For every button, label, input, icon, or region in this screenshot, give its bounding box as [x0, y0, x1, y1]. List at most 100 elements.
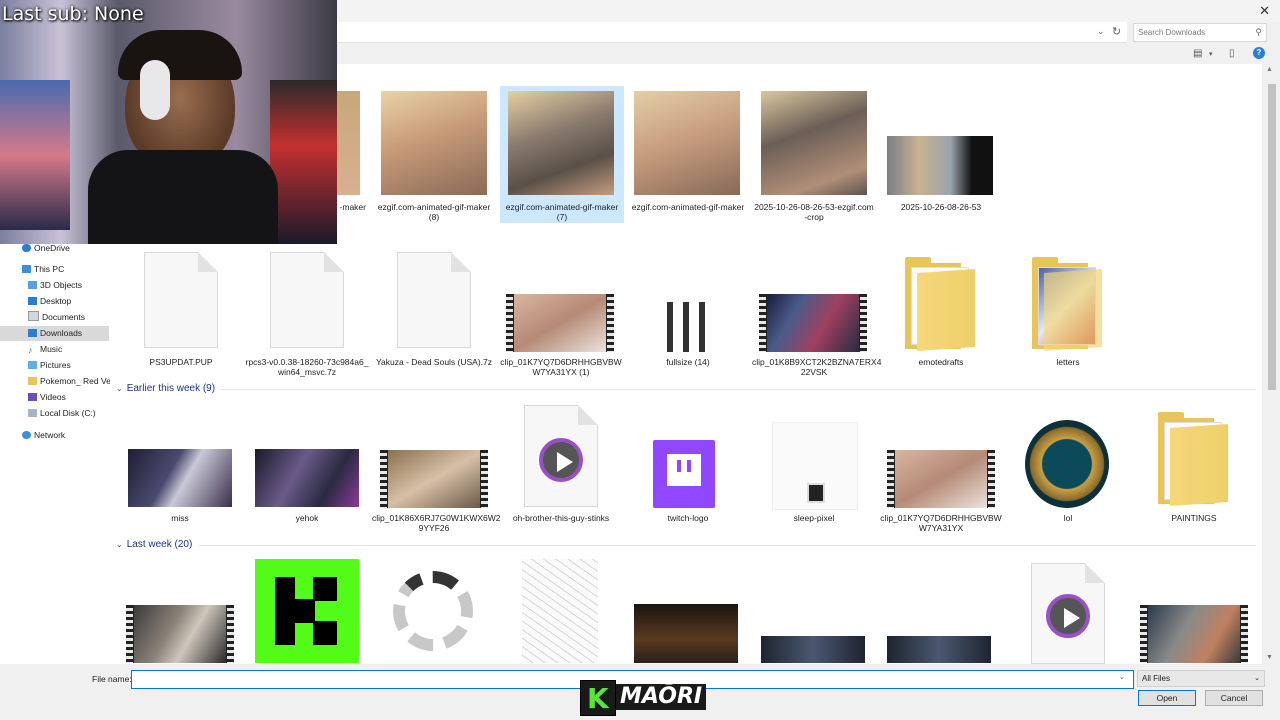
close-icon[interactable]: ✕: [1259, 3, 1270, 19]
sidebar-item-label: OneDrive: [34, 243, 70, 253]
file-item[interactable]: rpcs3-v0.0.38-18260-73c984a6_ win64_msvc…: [245, 250, 369, 377]
video-thumbnail: [759, 294, 867, 352]
chevron-down-icon[interactable]: ⌄: [1097, 26, 1105, 37]
image-thumbnail: [663, 302, 711, 352]
view-options-icon[interactable]: ▤: [1193, 48, 1202, 59]
file-name: clip_01K7YQ7D6DRHHGBVBW W7YA31YX: [880, 513, 1002, 533]
image-thumbnail: [336, 91, 360, 195]
download-icon: [28, 329, 37, 337]
file-name: clip_01K7YQ7D6DRHHGBVBW W7YA31YX (1): [500, 357, 622, 377]
image-thumbnail[interactable]: [634, 604, 738, 663]
image-thumbnail: [128, 449, 232, 507]
brand-text: MAŌRI: [616, 684, 707, 710]
sidebar-item-pokemon-red[interactable]: Pokemon_ Red Vers: [28, 374, 110, 389]
file-item[interactable]: 2025-10-26-08-26-53-ezgif.com -crop: [752, 86, 876, 226]
file-item[interactable]: Yakuza - Dead Souls (USA).7z: [372, 250, 496, 375]
image-thumbnail: [772, 422, 858, 510]
cancel-button[interactable]: Cancel: [1205, 690, 1263, 706]
file-item[interactable]: clip_01K7YQ7D6DRHHGBVBW W7YA31YX (1): [499, 250, 623, 377]
document-icon: [28, 311, 39, 321]
file-item[interactable]: clip_01K8B9XCT2K2BZNA7ERX4 22VSK: [752, 250, 882, 377]
sidebar-item-downloads[interactable]: Downloads: [0, 326, 109, 341]
file-item[interactable]: oh-brother-this-guy-stinks: [499, 400, 623, 530]
file-item[interactable]: miss: [118, 400, 242, 530]
file-item[interactable]: PS3UPDAT.PUP: [119, 250, 243, 375]
sidebar-item-label: Local Disk (C:): [40, 408, 96, 418]
sidebar-item-label: Pokemon_ Red Vers: [40, 376, 110, 386]
file-name: rpcs3-v0.0.38-18260-73c984a6_ win64_msvc…: [245, 357, 369, 377]
sidebar-item-label: Desktop: [40, 296, 72, 306]
group-title: Earlier this week (9): [126, 383, 216, 394]
group-title: Last week (20): [126, 539, 193, 550]
channel-logo: MAŌRI: [580, 680, 707, 716]
file-item[interactable]: letters: [1006, 250, 1130, 375]
file-item[interactable]: fullsize (14): [626, 250, 750, 375]
folder-icon: [1158, 412, 1228, 507]
archive-icon: [397, 252, 471, 348]
video-thumbnail: [887, 450, 995, 508]
kick-logo-thumbnail[interactable]: [255, 559, 359, 663]
file-name: lol: [1063, 513, 1073, 523]
sidebar-item-label: Music: [40, 344, 63, 354]
file-item[interactable]: ezgif.com-animated-gif-maker (8): [372, 86, 496, 226]
document-icon: [144, 252, 218, 348]
file-item[interactable]: sleep-pixel: [752, 400, 876, 530]
file-item[interactable]: 2025-10-26-08-26-53: [879, 86, 1003, 226]
search-placeholder: Search Downloads: [1138, 28, 1206, 37]
file-item[interactable]: lol: [1006, 400, 1130, 530]
file-name: 2025-10-26-08-26-53-ezgif.com -crop: [754, 202, 874, 222]
file-item[interactable]: ezgif.com-animated-gif-maker (7): [500, 86, 624, 223]
sidebar-item-label: Documents: [42, 312, 85, 322]
chevron-down-icon[interactable]: ▾: [1209, 50, 1213, 58]
drive-icon: [28, 409, 37, 417]
title-bar: [337, 0, 1280, 22]
file-name: ezgif.com-animated-gif-maker (8): [377, 202, 491, 222]
scroll-up-icon[interactable]: ▲: [1266, 66, 1273, 73]
file-item[interactable]: twitch-logo: [626, 400, 750, 530]
file-name: ezgif.com-animated-gif-maker (7): [505, 202, 619, 222]
loading-spinner-thumbnail[interactable]: [381, 559, 485, 663]
group-header-earlier[interactable]: ⌄ Earlier this week (9): [116, 383, 1256, 394]
file-item[interactable]: clip_01K86X6RJ7G0W1KWX6W2 9YYF26: [372, 400, 501, 533]
image-thumbnail[interactable]: [522, 559, 598, 663]
file-item[interactable]: emotedrafts: [879, 250, 1003, 375]
file-name: Yakuza - Dead Souls (USA).7z: [375, 357, 493, 367]
sidebar-item-label: Pictures: [40, 360, 71, 370]
group-header-last-week[interactable]: ⌄ Last week (20): [116, 539, 1256, 550]
image-thumbnail[interactable]: [887, 636, 991, 663]
video-thumbnail: [506, 294, 614, 352]
refresh-icon[interactable]: ↻: [1112, 25, 1121, 38]
open-button[interactable]: Open: [1138, 690, 1196, 706]
help-icon[interactable]: ?: [1253, 47, 1265, 59]
file-item[interactable]: PAINTINGS: [1132, 400, 1256, 530]
file-item[interactable]: ezgif.com-animated-gif-maker: [626, 86, 750, 226]
file-name: yehok: [295, 513, 319, 523]
last-sub-text: Last sub: None: [2, 3, 144, 25]
play-icon: [539, 438, 583, 482]
webcam-overlay: [0, 0, 337, 244]
file-name: oh-brother-this-guy-stinks: [512, 513, 610, 523]
file-item[interactable]: -maker: [336, 86, 366, 226]
cloud-icon: [22, 244, 31, 252]
cube-icon: [28, 281, 37, 289]
file-name: clip_01K8B9XCT2K2BZNA7ERX4 22VSK: [752, 357, 882, 377]
file-item[interactable]: clip_01K7YQ7D6DRHHGBVBW W7YA31YX: [879, 400, 1003, 533]
image-thumbnail: [634, 91, 740, 195]
sidebar-item-label: Downloads: [40, 328, 83, 338]
scrollbar-thumb[interactable]: [1268, 84, 1276, 390]
address-bar[interactable]: [337, 22, 1127, 43]
search-input[interactable]: Search Downloads ⚲: [1133, 23, 1267, 42]
sidebar-item-label: Network: [34, 430, 66, 440]
video-thumbnail[interactable]: [1140, 605, 1248, 663]
preview-pane-icon[interactable]: ▯: [1229, 48, 1235, 59]
file-name: ezgif.com-animated-gif-maker: [631, 202, 745, 212]
archive-icon: [270, 252, 344, 348]
image-thumbnail[interactable]: [761, 636, 865, 663]
file-name: PS3UPDAT.PUP: [149, 357, 213, 367]
video-icon: [28, 393, 37, 401]
scroll-down-icon[interactable]: ▼: [1266, 654, 1273, 661]
file-type-select[interactable]: All Files ⌄: [1137, 670, 1265, 687]
video-thumbnail[interactable]: [126, 605, 234, 663]
file-item[interactable]: yehok: [245, 400, 369, 530]
chevron-down-icon[interactable]: ⌄: [1119, 673, 1125, 681]
